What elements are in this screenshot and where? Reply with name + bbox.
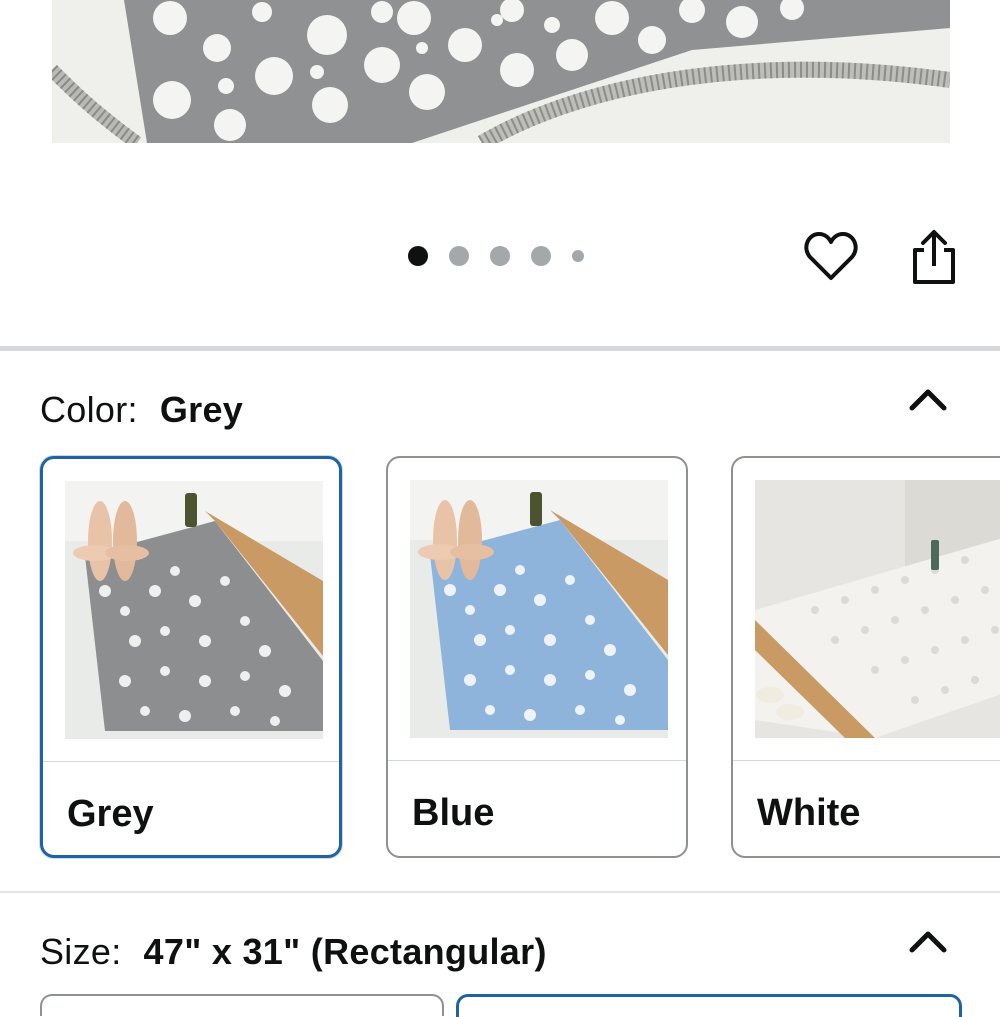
- swatch-label: Blue: [412, 792, 495, 834]
- size-option-selected[interactable]: [456, 994, 962, 1017]
- carousel-dot[interactable]: [531, 246, 551, 266]
- swatch-divider: [733, 760, 1000, 761]
- heart-icon[interactable]: [804, 230, 858, 282]
- swatch-divider: [388, 760, 686, 761]
- swatch-label: White: [757, 792, 861, 834]
- size-selected-value: 47" x 31" (Rectangular): [143, 931, 547, 972]
- swatch-image: [755, 480, 1000, 738]
- color-selected-value: Grey: [159, 389, 244, 430]
- size-options: [0, 994, 1000, 1017]
- product-image[interactable]: [52, 0, 950, 143]
- color-label-row: Color: Grey: [40, 389, 243, 431]
- carousel-dot[interactable]: [408, 246, 428, 266]
- carousel-dot[interactable]: [572, 250, 584, 262]
- color-label: Color:: [40, 389, 138, 430]
- chevron-up-icon[interactable]: [906, 926, 950, 956]
- color-option-white[interactable]: White: [731, 456, 1000, 858]
- color-option-grey[interactable]: Grey: [40, 456, 342, 858]
- size-option[interactable]: [40, 994, 444, 1016]
- carousel-dot[interactable]: [490, 246, 510, 266]
- swatch-image: [410, 480, 668, 738]
- swatch-label: Grey: [67, 793, 154, 835]
- share-icon[interactable]: [908, 228, 960, 286]
- section-divider: [0, 891, 1000, 893]
- chevron-up-icon[interactable]: [906, 384, 950, 414]
- swatch-image: [65, 481, 323, 739]
- color-option-blue[interactable]: Blue: [386, 456, 688, 858]
- size-label: Size:: [40, 931, 122, 972]
- carousel-dot[interactable]: [449, 246, 469, 266]
- carousel-indicators[interactable]: [408, 246, 605, 266]
- swatch-divider: [43, 761, 339, 762]
- size-label-row: Size: 47" x 31" (Rectangular): [40, 931, 547, 973]
- section-divider: [0, 346, 1000, 351]
